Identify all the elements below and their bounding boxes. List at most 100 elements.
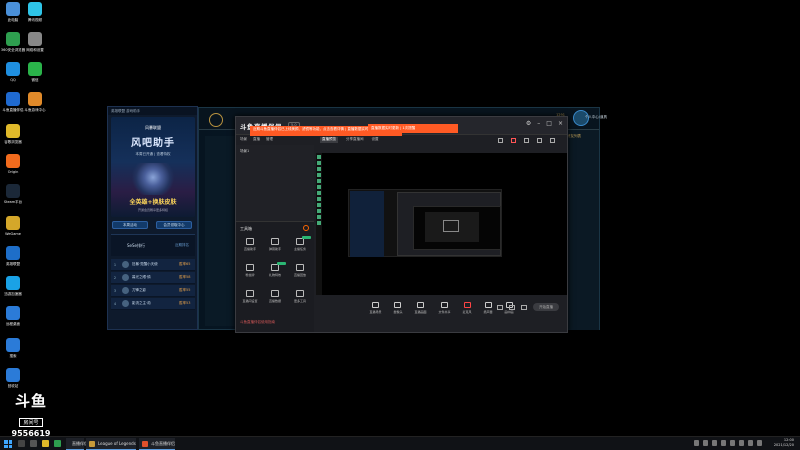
tool-label: 直播间设置: [242, 299, 258, 303]
close-icon[interactable]: ×: [558, 121, 563, 127]
tool-item[interactable]: 直播间设置: [239, 290, 261, 303]
tab-settings[interactable]: 设置: [372, 137, 379, 143]
tool-item[interactable]: 主播任务: [289, 236, 311, 251]
tray-icon[interactable]: [712, 440, 717, 446]
game-assistant-window[interactable]: 英雄联盟 游戏助手 风暴联盟 风吧助手 本周已开通 | 查看特权 全英雄+换肤皮…: [107, 106, 198, 330]
desktop-icon[interactable]: 腾讯视频: [22, 2, 48, 22]
layout-icon[interactable]: [524, 138, 529, 143]
tool-item[interactable]: 礼物特效: [264, 262, 286, 277]
maximize-icon[interactable]: □: [546, 121, 552, 127]
desktop-icon[interactable]: 远程桌面: [0, 306, 26, 326]
control-icon: [394, 302, 402, 308]
tool-item[interactable]: 更多工具: [289, 290, 311, 303]
desktop-icon[interactable]: 迅游加速器: [0, 276, 26, 296]
windows-start-icon[interactable]: [4, 440, 12, 448]
tool-item[interactable]: 弹幕助手: [264, 238, 286, 251]
weekly-activity-button[interactable]: 本周活动: [112, 221, 148, 229]
taskbar-item[interactable]: League of Legends: [86, 438, 136, 450]
settings-icon[interactable]: ⚙: [526, 121, 531, 127]
tab-scene[interactable]: 场景: [240, 137, 247, 143]
task-view-icon[interactable]: [30, 440, 37, 447]
chrome-icon: [6, 124, 20, 138]
guide-link[interactable]: 斗鱼直播伴侣使用指南: [236, 316, 314, 332]
camera-icon[interactable]: [497, 304, 503, 310]
league-icon: [6, 246, 20, 260]
minimize-icon[interactable]: –: [537, 121, 540, 127]
scene-item[interactable]: 场景1: [240, 149, 249, 154]
notice-banner-secondary[interactable]: 直播数据实时更新 | 1次提醒: [368, 124, 458, 133]
browser-taskbar-icon[interactable]: [54, 440, 61, 447]
fullscreen-icon[interactable]: [537, 138, 542, 143]
desktop-icon[interactable]: 网络和设置: [22, 32, 48, 52]
control-button[interactable]: 扬声器: [484, 302, 493, 314]
share-icon[interactable]: [550, 138, 555, 143]
tab-preview[interactable]: 直播预览: [320, 137, 338, 143]
user-name[interactable]: 个人中心/道具: [585, 115, 607, 120]
assistant-banner[interactable]: 风暴联盟 风吧助手 本周已开通 | 查看特权 全英雄+换肤皮肤 开通会员畅享更多…: [111, 117, 195, 217]
record-icon[interactable]: [511, 138, 516, 143]
control-button[interactable]: 直播场景: [369, 302, 381, 314]
tool-item[interactable]: 直播数据: [264, 290, 286, 303]
tray-icon[interactable]: [739, 440, 744, 446]
network-icon: [28, 32, 42, 46]
tray-icon[interactable]: [721, 440, 726, 446]
tool-item[interactable]: 粉丝牌: [239, 264, 261, 277]
desktop-icon[interactable]: 英雄联盟: [0, 246, 26, 266]
tool-item[interactable]: 直播回放: [289, 264, 311, 277]
desktop-icon[interactable]: Origin: [0, 154, 26, 174]
desktop-icon[interactable]: 斗鱼游戏中心: [22, 92, 48, 112]
window-controls: ⚙ – □ ×: [526, 121, 563, 127]
tray-icon[interactable]: [703, 440, 708, 446]
rank-score: 胜率55: [179, 288, 191, 292]
control-label: 扬声器: [483, 310, 493, 314]
taskbar-search-icon[interactable]: [18, 440, 25, 447]
clock[interactable]: 12:00 2021/12/20: [774, 438, 794, 448]
ranking-row[interactable]: 1 狂暴·觉醒小天使 胜率65: [111, 259, 195, 271]
taskbar-item[interactable]: 直播伴侣: [66, 438, 88, 450]
stream-preview[interactable]: [316, 153, 567, 295]
ranking-row[interactable]: 2 暮光之眼·慎 胜率58: [111, 272, 195, 284]
network-icon[interactable]: [757, 440, 762, 446]
control-button[interactable]: 麦克风: [463, 302, 472, 314]
desktop-icon[interactable]: Steam平台: [0, 184, 26, 204]
recycle-icon: [6, 368, 20, 382]
control-button[interactable]: 直播画面: [414, 302, 426, 314]
control-button[interactable]: 摄像头: [393, 302, 402, 314]
ranking-row[interactable]: 3 刀锋之影 胜率55: [111, 285, 195, 297]
toolbox-panel: 工具箱 直播助手 弹幕助手 主播任务 粉丝牌 礼物特效 直播回放 直播间设置 直播数据 更多工具: [236, 221, 314, 317]
settings-gear-icon[interactable]: [521, 304, 527, 310]
ranking-row[interactable]: 4 影流之主·劫 胜率53: [111, 298, 195, 310]
ranking-link[interactable]: 近期排名: [175, 243, 189, 248]
tool-icon: [271, 264, 279, 271]
control-button[interactable]: 文件共享: [438, 302, 451, 314]
desktop-icon[interactable]: WeGame: [0, 216, 26, 236]
start-stream-button[interactable]: 开始直播: [533, 303, 559, 311]
tray-icon[interactable]: [694, 440, 699, 446]
lock-icon[interactable]: [498, 138, 503, 143]
desktop-icon[interactable]: 谷歌浏览器: [0, 124, 26, 144]
steam-icon: [6, 184, 20, 198]
rank-number: 4: [113, 301, 117, 306]
mic-icon[interactable]: [509, 304, 515, 310]
tray-icon[interactable]: [730, 440, 735, 446]
member-center-button[interactable]: 会员领取中心: [156, 221, 192, 229]
rank-number: 3: [113, 288, 117, 293]
desktop-icon[interactable]: 搜索: [0, 338, 26, 358]
computer-icon: [6, 2, 20, 16]
toolbox-close-icon[interactable]: [303, 225, 309, 231]
tab-live[interactable]: 直播: [253, 137, 260, 143]
taskbar-item[interactable]: 斗鱼直播伴侣: [139, 438, 175, 450]
desktop-icon-label: 腾讯视频: [28, 18, 42, 22]
volume-icon[interactable]: [748, 440, 753, 446]
tool-label: 主播任务: [293, 247, 306, 251]
banner-brand: 风暴联盟: [145, 125, 161, 130]
scene-list: 场景1: [236, 145, 314, 221]
desktop-icon[interactable]: 回收站: [0, 368, 26, 388]
file-explorer-icon[interactable]: [42, 440, 49, 447]
tab-manage[interactable]: 管理: [266, 137, 273, 143]
tool-item[interactable]: 直播助手: [239, 238, 261, 251]
league-friends-panel[interactable]: 好友列表: [563, 130, 599, 330]
douyu-streamer-window[interactable]: 斗鱼直播伴侣 5.0 ⚙ – □ × 近期斗鱼直播伴侣已上线美颜、滤镜等功能，点…: [235, 116, 568, 333]
tab-share[interactable]: 分享直播间: [346, 137, 364, 143]
desktop-icon[interactable]: 微信: [22, 62, 48, 82]
